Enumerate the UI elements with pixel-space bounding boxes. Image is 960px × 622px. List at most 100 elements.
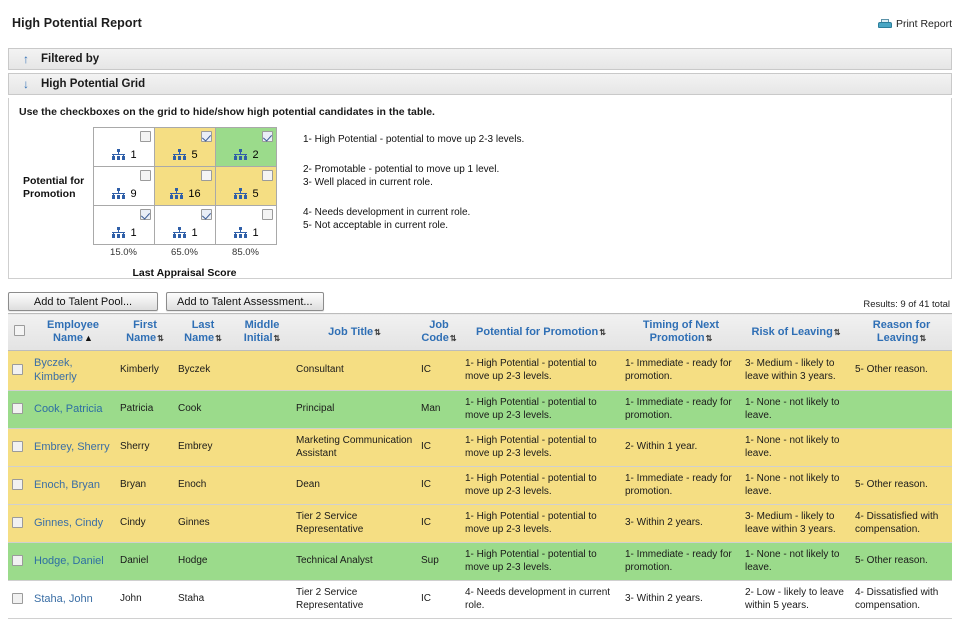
timing-cell: 3- Within 2 years. (621, 504, 741, 543)
select-all-checkbox[interactable] (13, 324, 25, 336)
employee-name-link[interactable]: Cook, Patricia (34, 403, 102, 415)
legend-line: 5- Not acceptable in current role. (303, 220, 449, 231)
column-header-risk-of-leaving[interactable]: Risk of Leaving⇅ (741, 313, 851, 351)
results-count: Results: 9 of 41 total (863, 299, 950, 310)
row-checkbox[interactable] (12, 555, 23, 567)
matrix-cell-checkbox[interactable] (201, 209, 212, 220)
page-header: High Potential Report Print Report (0, 0, 960, 48)
matrix-cell-count: 1 (130, 149, 137, 161)
legend-group: 2- Promotable - potential to move up 1 l… (303, 163, 524, 190)
matrix-cell-r2-c2[interactable]: 16 (154, 166, 216, 206)
row-checkbox[interactable] (12, 517, 23, 529)
matrix-cell-r3-c3[interactable]: 1 (215, 205, 277, 245)
matrix-cell-checkbox[interactable] (262, 131, 273, 142)
column-header-middle-initial[interactable]: Middle Initial⇅ (232, 313, 292, 351)
column-header-timing-of-next-promotion[interactable]: Timing of Next Promotion⇅ (621, 313, 741, 351)
employee-name-link[interactable]: Ginnes, Cindy (34, 517, 103, 529)
job-code-cell: Sup (417, 542, 461, 581)
employee-name-link[interactable]: Staha, John (34, 593, 93, 605)
table-row: Hodge, Daniel Daniel Hodge Technical Analys… (8, 542, 952, 581)
row-select-cell[interactable] (8, 390, 30, 429)
employee-name-cell[interactable]: Embrey, Sherry (30, 428, 116, 467)
employee-name-cell[interactable]: Staha, John (30, 580, 116, 619)
column-header-first-name[interactable]: First Name⇅ (116, 313, 174, 351)
employee-name-cell[interactable]: Ginnes, Cindy (30, 504, 116, 543)
column-header-potential-for-promotion[interactable]: Potential for Promotion⇅ (461, 313, 621, 351)
risk-cell: 1- None - not likely to leave. (741, 542, 851, 581)
add-to-talent-assessment-button[interactable]: Add to Talent Assessment... (166, 292, 324, 311)
row-checkbox[interactable] (12, 441, 23, 453)
sort-toggle-icon: ⇅ (157, 334, 164, 343)
row-select-cell[interactable] (8, 580, 30, 619)
row-select-cell[interactable] (8, 618, 30, 622)
table-header-row: Employee Name▲ First Name⇅ Last Name⇅ Middl… (8, 313, 952, 351)
employee-name-cell[interactable]: Hodge, Daniel (30, 542, 116, 581)
add-to-talent-pool-button[interactable]: Add to Talent Pool... (8, 292, 158, 311)
row-checkbox[interactable] (12, 364, 23, 376)
row-select-cell[interactable] (8, 504, 30, 543)
matrix-cell-r2-c3[interactable]: 5 (215, 166, 277, 206)
job-title-cell: Technical Analyst (292, 542, 417, 581)
employee-name-link[interactable]: Byczek, Kimberly (34, 357, 77, 383)
matrix-cell-checkbox[interactable] (262, 209, 273, 220)
section-filtered-by[interactable]: ↑ Filtered by (8, 48, 952, 70)
employee-name-link[interactable]: Enoch, Bryan (34, 479, 100, 491)
matrix-cell-checkbox[interactable] (140, 209, 151, 220)
employee-name-link[interactable]: Hodge, Daniel (34, 555, 104, 567)
arrow-up-icon: ↑ (23, 52, 29, 66)
table-row: Enoch, Bryan Bryan Enoch Dean IC 1- High Pote… (8, 466, 952, 505)
matrix-cell-checkbox[interactable] (262, 170, 273, 181)
first-name-cell: Daniel (116, 542, 174, 581)
row-select-cell[interactable] (8, 542, 30, 581)
column-header-job-title[interactable]: Job Title⇅ (292, 313, 417, 351)
employee-name-cell[interactable]: Wade, Cheryl (30, 618, 116, 622)
grid-x-axis-label: Last Appraisal Score (132, 267, 237, 279)
sort-toggle-icon: ⇅ (833, 327, 841, 337)
table-row: Byczek, Kimberly Kimberly Byczek Consultant… (8, 350, 952, 391)
column-header-job-code[interactable]: Job Code⇅ (417, 313, 461, 351)
matrix-cell-r1-c2[interactable]: 5 (154, 127, 216, 167)
row-select-cell[interactable] (8, 428, 30, 467)
row-select-cell[interactable] (8, 466, 30, 505)
table-row: Cook, Patricia Patricia Cook Principal Man 1-… (8, 390, 952, 429)
matrix-cell-r2-c1[interactable]: 9 (93, 166, 155, 206)
employee-name-cell[interactable]: Byczek, Kimberly (30, 350, 116, 391)
last-name-cell: Embrey (174, 428, 232, 467)
job-title-cell: Dean (292, 466, 417, 505)
matrix-cell-r1-c1[interactable]: 1 (93, 127, 155, 167)
matrix-cell-r3-c2[interactable]: 1 (154, 205, 216, 245)
column-header-employee-name[interactable]: Employee Name▲ (30, 313, 116, 351)
first-name-cell: Sherry (116, 428, 174, 467)
risk-cell: 4- High - likely to leave within a year. (741, 618, 851, 622)
employee-name-link[interactable]: Embrey, Sherry (34, 441, 110, 453)
matrix-cell-checkbox[interactable] (140, 170, 151, 181)
matrix-cell-count: 9 (130, 188, 137, 200)
matrix-cell-count: 5 (252, 188, 259, 200)
row-checkbox[interactable] (12, 479, 23, 491)
matrix-cell-r3-c1[interactable]: 1 (93, 205, 155, 245)
matrix-cell-checkbox[interactable] (201, 170, 212, 181)
row-checkbox[interactable] (12, 593, 23, 605)
sort-toggle-icon: ⇅ (273, 334, 281, 343)
first-name-cell: Cindy (116, 504, 174, 543)
employee-name-cell[interactable]: Cook, Patricia (30, 390, 116, 429)
row-select-cell[interactable] (8, 350, 30, 391)
row-checkbox[interactable] (12, 403, 23, 415)
select-all-header[interactable] (8, 313, 30, 351)
reason-cell: 5- Other reason. (851, 542, 952, 581)
first-name-cell: Cheryl (116, 618, 174, 622)
column-header-label: Potential for Promotion (476, 325, 599, 338)
section-high-potential-grid[interactable]: ↓ High Potential Grid (8, 73, 952, 95)
column-header-reason-for-leaving[interactable]: Reason for Leaving⇅ (851, 313, 952, 351)
matrix-table: 1 5 2 9 16 5 1 1 1 (93, 127, 277, 245)
matrix-cell-r1-c3[interactable]: 2 (215, 127, 277, 167)
column-header-last-name[interactable]: Last Name⇅ (174, 313, 232, 351)
org-chart-icon (169, 188, 184, 200)
matrix-cell-checkbox[interactable] (201, 131, 212, 142)
matrix-cell-checkbox[interactable] (140, 131, 151, 142)
print-report-button[interactable]: Print Report (877, 18, 952, 30)
matrix-row: 1 5 2 (93, 127, 277, 167)
employee-name-cell[interactable]: Enoch, Bryan (30, 466, 116, 505)
job-code-cell: Man (417, 390, 461, 429)
first-name-cell: Bryan (116, 466, 174, 505)
